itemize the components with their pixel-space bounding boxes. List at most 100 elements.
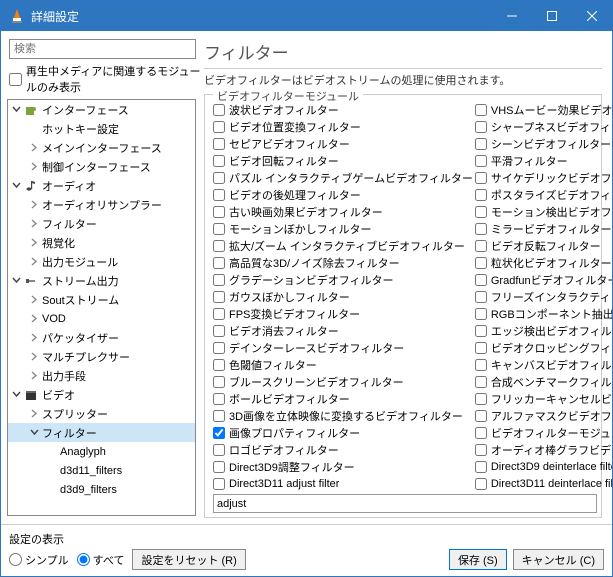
filter-checkbox-item[interactable]: オーディオ棒グラフビデオサブソース xyxy=(475,441,612,458)
tree-item[interactable]: メインインターフェース xyxy=(8,138,195,157)
tree-item[interactable]: 制御インターフェース xyxy=(8,157,195,176)
filter-checkbox[interactable] xyxy=(213,444,225,456)
filter-checkbox[interactable] xyxy=(213,410,225,422)
tree-item[interactable]: d3d11_filters xyxy=(8,461,195,480)
filter-checkbox[interactable] xyxy=(475,240,487,252)
filter-checkbox[interactable] xyxy=(475,342,487,354)
filter-checkbox[interactable] xyxy=(213,359,225,371)
chevron-right-icon[interactable] xyxy=(28,351,40,363)
filter-checkbox-item[interactable]: RGBコンポーネント抽出ビデオフィルター xyxy=(475,305,612,322)
filter-checkbox[interactable] xyxy=(213,223,225,235)
filter-checkbox[interactable] xyxy=(213,172,225,184)
filter-checkbox-item[interactable]: モーション検出ビデオフィルター xyxy=(475,203,612,220)
filter-checkbox-item[interactable]: 古い映画効果ビデオフィルター xyxy=(213,203,473,220)
filter-checkbox[interactable] xyxy=(213,393,225,405)
tree-item[interactable]: インターフェース xyxy=(8,100,195,119)
tree-item[interactable]: スプリッター xyxy=(8,404,195,423)
minimize-button[interactable] xyxy=(492,1,532,31)
tree-item[interactable]: d3d9_filters xyxy=(8,480,195,499)
filter-checkbox[interactable] xyxy=(475,376,487,388)
tree-item[interactable]: VOD xyxy=(8,309,195,328)
filter-checkbox-item[interactable]: Direct3D11 deinterlace filter xyxy=(475,475,612,492)
filter-checkbox-item[interactable]: ビデオ位置変換フィルター xyxy=(213,118,473,135)
filter-checkbox-item[interactable]: 拡大/ズーム インタラクティブビデオフィルター xyxy=(213,237,473,254)
filter-checkbox-item[interactable]: Direct3D9 deinterlace filter xyxy=(475,458,612,475)
save-button[interactable]: 保存 (S) xyxy=(449,549,507,570)
filter-checkbox-item[interactable]: ロゴビデオフィルター xyxy=(213,441,473,458)
only-related-input[interactable] xyxy=(9,73,22,86)
filter-checkbox-item[interactable]: サイケデリックビデオフィルター xyxy=(475,169,612,186)
filter-checkbox[interactable] xyxy=(213,427,225,439)
chevron-right-icon[interactable] xyxy=(28,142,40,154)
filter-checkbox[interactable] xyxy=(213,376,225,388)
chevron-right-icon[interactable] xyxy=(28,332,40,344)
filter-checkbox[interactable] xyxy=(475,274,487,286)
chevron-right-icon[interactable] xyxy=(28,237,40,249)
chevron-right-icon[interactable] xyxy=(28,294,40,306)
filter-checkbox[interactable] xyxy=(475,478,487,490)
filter-checkbox[interactable] xyxy=(213,461,225,473)
filter-checkbox[interactable] xyxy=(475,155,487,167)
filter-checkbox-item[interactable]: シャープネスビデオフィルター xyxy=(475,118,612,135)
reset-button[interactable]: 設定をリセット (R) xyxy=(132,549,245,570)
tree-item[interactable]: マルチプレクサー xyxy=(8,347,195,366)
tree-item[interactable]: 出力手段 xyxy=(8,366,195,385)
filter-checkbox[interactable] xyxy=(475,121,487,133)
filter-checkbox[interactable] xyxy=(213,342,225,354)
tree-item[interactable]: 出力モジュール xyxy=(8,252,195,271)
filter-checkbox[interactable] xyxy=(213,121,225,133)
filter-checkbox-item[interactable]: VHSムービー効果ビデオフィルター xyxy=(475,101,612,118)
filter-checkbox[interactable] xyxy=(213,257,225,269)
cancel-button[interactable]: キャンセル (C) xyxy=(513,549,604,570)
filter-expression-input[interactable] xyxy=(213,494,597,513)
filter-checkbox[interactable] xyxy=(475,257,487,269)
chevron-down-icon[interactable] xyxy=(10,389,22,401)
filter-checkbox-item[interactable]: アルファマスクビデオフィルター xyxy=(475,407,612,424)
filter-checkbox-item[interactable]: FPS変換ビデオフィルター xyxy=(213,305,473,322)
filter-checkbox-item[interactable]: エッジ検出ビデオフィルター xyxy=(475,322,612,339)
filter-checkbox-item[interactable]: フリーズインタラクティブビデオフィルター xyxy=(475,288,612,305)
filter-checkbox-item[interactable]: ビデオ消去フィルター xyxy=(213,322,473,339)
filter-checkbox[interactable] xyxy=(475,410,487,422)
filter-checkbox-item[interactable]: グラデーションビデオフィルター xyxy=(213,271,473,288)
filter-checkbox[interactable] xyxy=(475,444,487,456)
filter-checkbox-item[interactable]: ガウスぼかしフィルター xyxy=(213,288,473,305)
filter-checkbox[interactable] xyxy=(475,206,487,218)
tree-item[interactable]: Anaglyph xyxy=(8,442,195,461)
only-related-checkbox[interactable]: 再生中メディアに関連するモジュールのみ表示 xyxy=(9,63,202,95)
filter-checkbox-item[interactable]: フリッカーキャンセルビデオフィルター xyxy=(475,390,612,407)
filter-checkbox-item[interactable]: 粒状化ビデオフィルター xyxy=(475,254,612,271)
filter-checkbox[interactable] xyxy=(475,172,487,184)
filter-checkbox-item[interactable]: 画像プロパティフィルター xyxy=(213,424,473,441)
filter-checkbox[interactable] xyxy=(213,104,225,116)
filter-checkbox-item[interactable]: ブルースクリーンビデオフィルター xyxy=(213,373,473,390)
filter-checkbox-item[interactable]: ポスタライズビデオフィルター xyxy=(475,186,612,203)
chevron-right-icon[interactable] xyxy=(28,218,40,230)
filter-checkbox-item[interactable]: パズル インタラクティブゲームビデオフィルター xyxy=(213,169,473,186)
tree-item[interactable]: パケッタイザー xyxy=(8,328,195,347)
filter-checkbox[interactable] xyxy=(475,189,487,201)
preferences-tree[interactable]: インターフェースホットキー設定メインインターフェース制御インターフェースオーディ… xyxy=(7,99,196,516)
chevron-right-icon[interactable] xyxy=(28,370,40,382)
filter-checkbox-item[interactable]: デインターレースビデオフィルター xyxy=(213,339,473,356)
filter-checkbox-item[interactable]: 3D画像を立体映像に変換するビデオフィルター xyxy=(213,407,473,424)
filter-checkbox[interactable] xyxy=(475,325,487,337)
tree-item[interactable]: ホットキー設定 xyxy=(8,119,195,138)
filter-checkbox[interactable] xyxy=(475,359,487,371)
search-field[interactable] xyxy=(9,39,196,59)
filter-checkbox[interactable] xyxy=(213,478,225,490)
tree-item[interactable]: フィルター xyxy=(8,423,195,442)
filter-checkbox-item[interactable]: シーンビデオフィルター xyxy=(475,135,612,152)
filter-checkbox-item[interactable]: 高品質な3D/ノイズ除去フィルター xyxy=(213,254,473,271)
chevron-right-icon[interactable] xyxy=(28,161,40,173)
filter-checkbox[interactable] xyxy=(475,138,487,150)
filter-checkbox-item[interactable]: ボールビデオフィルター xyxy=(213,390,473,407)
tree-item[interactable]: 視覚化 xyxy=(8,233,195,252)
filter-checkbox[interactable] xyxy=(213,274,225,286)
mode-simple-radio[interactable]: シンプル xyxy=(9,552,69,568)
chevron-down-icon[interactable] xyxy=(10,180,22,192)
filter-checkbox[interactable] xyxy=(475,308,487,320)
chevron-right-icon[interactable] xyxy=(28,199,40,211)
filter-checkbox[interactable] xyxy=(213,138,225,150)
tree-item[interactable]: オーディオリサンプラー xyxy=(8,195,195,214)
